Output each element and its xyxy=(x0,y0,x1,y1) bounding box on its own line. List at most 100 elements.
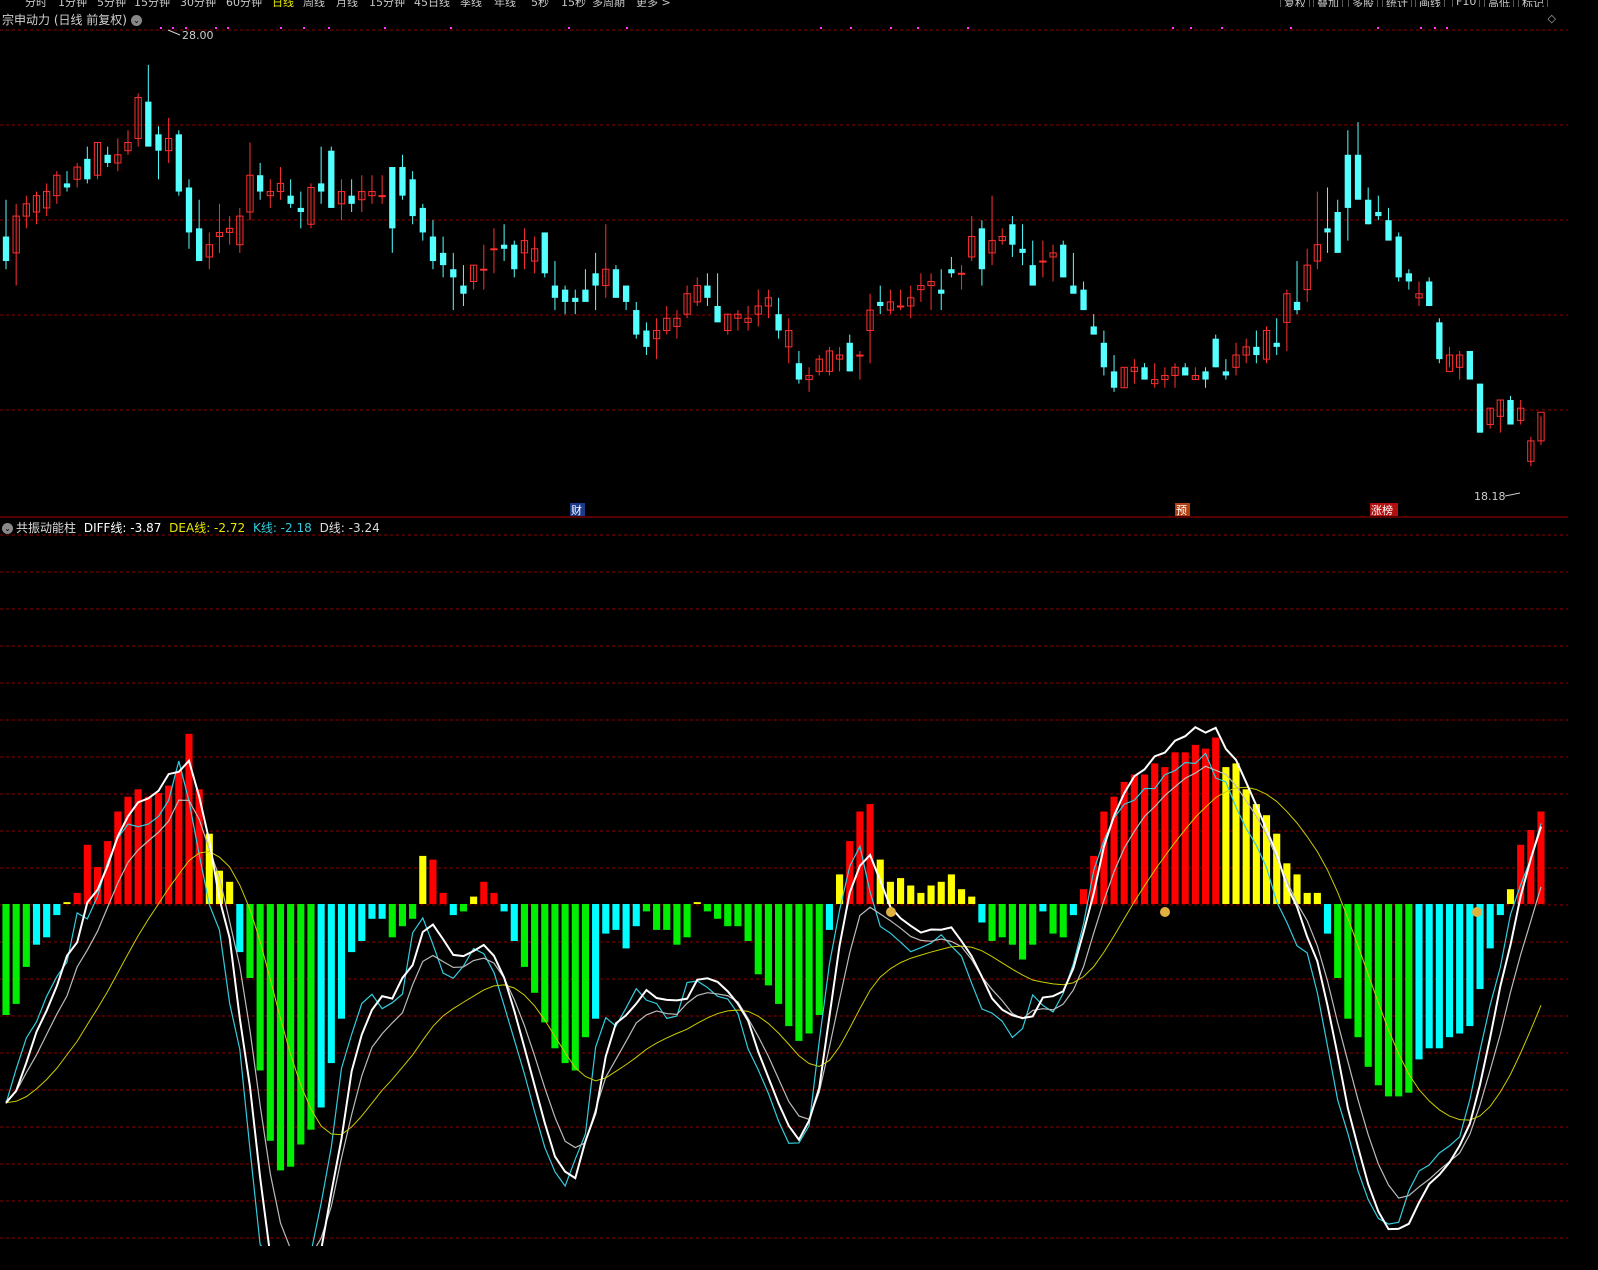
candle-body xyxy=(957,272,966,275)
low-price-label: 18.18 xyxy=(1474,490,1506,503)
histogram-bar xyxy=(541,904,549,1023)
histogram-bar xyxy=(1069,904,1077,916)
histogram-bar xyxy=(1212,737,1220,904)
candle-body xyxy=(155,134,162,151)
high-arrow xyxy=(167,29,181,36)
chart-canvas[interactable]: 28.00 18.18 财 预 涨榜 xyxy=(0,0,1568,1246)
candle-body xyxy=(551,285,559,298)
candle-body xyxy=(84,158,91,180)
candle-body xyxy=(104,154,111,163)
histogram-bar xyxy=(1364,904,1372,1067)
histogram-bar xyxy=(144,796,152,904)
signal-dot xyxy=(850,27,852,29)
histogram-bar xyxy=(246,904,254,978)
histogram-bar xyxy=(764,904,772,986)
candle-body xyxy=(1039,260,1047,263)
histogram-bar xyxy=(653,904,661,930)
candle-body xyxy=(1019,248,1026,253)
candle-body xyxy=(877,301,884,306)
histogram-bar xyxy=(378,904,386,919)
signal-dot xyxy=(328,27,330,29)
signal-dot xyxy=(450,27,452,29)
money-bag-icon xyxy=(1472,907,1482,917)
signal-dot xyxy=(384,27,386,29)
histogram-bar xyxy=(1191,744,1199,904)
histogram-bar xyxy=(703,904,711,912)
candle-body xyxy=(1090,326,1097,335)
histogram-bar xyxy=(266,904,274,1141)
histogram-bar xyxy=(683,904,691,938)
candle-body xyxy=(1405,273,1412,282)
candle-body xyxy=(511,244,518,270)
candle-body xyxy=(1375,212,1382,217)
histogram-bar xyxy=(480,881,488,904)
high-price-label: 28.00 xyxy=(182,29,214,42)
candle-body xyxy=(1100,342,1108,368)
histogram-bar xyxy=(1303,892,1311,904)
histogram-bar xyxy=(337,904,346,1019)
candle-body xyxy=(328,150,335,208)
candle-body xyxy=(1426,281,1433,306)
signal-dot xyxy=(820,27,822,29)
histogram-bar xyxy=(622,904,630,949)
histogram-bar xyxy=(1049,904,1057,934)
signal-dot xyxy=(568,27,570,29)
histogram-bar xyxy=(307,904,315,1130)
histogram-bar xyxy=(1018,904,1027,960)
candle-body xyxy=(409,179,416,217)
candle-body xyxy=(948,269,955,274)
candle-body xyxy=(592,273,599,286)
candle-body xyxy=(450,269,457,278)
candle-body xyxy=(846,342,853,372)
candle-body xyxy=(1344,154,1352,208)
histogram-bar xyxy=(2,904,10,1015)
signal-dot xyxy=(172,27,174,29)
histogram-bar xyxy=(490,892,498,904)
candle-body xyxy=(439,252,447,266)
candle-body xyxy=(1080,289,1087,311)
signal-dot xyxy=(227,27,229,29)
candle-body xyxy=(795,363,803,380)
d-line xyxy=(5,765,1542,1246)
histogram-bar xyxy=(714,904,722,919)
candle-body xyxy=(297,207,304,212)
candle-body xyxy=(714,306,721,323)
histogram-bar xyxy=(32,904,41,945)
signal-dot xyxy=(1446,27,1448,29)
histogram-bar xyxy=(947,874,955,904)
histogram-bar xyxy=(592,904,600,1019)
histogram-bar xyxy=(520,904,529,967)
signal-dot xyxy=(967,27,969,29)
candle-body xyxy=(389,167,396,229)
candle-body xyxy=(1110,371,1118,388)
histogram-bar xyxy=(897,878,905,904)
histogram-bar xyxy=(998,904,1006,938)
histogram-bar xyxy=(1029,904,1037,945)
candle-body xyxy=(175,134,182,192)
histogram-bar xyxy=(175,770,183,904)
candle-body xyxy=(1253,346,1260,356)
histogram-bar xyxy=(154,793,163,904)
event-marker-label: 涨榜 xyxy=(1371,503,1393,517)
histogram-bar xyxy=(1344,904,1352,1019)
histogram-bar xyxy=(978,904,986,923)
candle-body xyxy=(348,195,355,204)
candle-body xyxy=(1354,154,1362,200)
candle-body xyxy=(612,269,620,298)
signal-dot xyxy=(280,27,282,29)
histogram-bar xyxy=(642,904,650,912)
candle-body xyxy=(1070,285,1077,294)
histogram-bar xyxy=(927,885,935,904)
candle-body xyxy=(287,195,294,204)
histogram-bar xyxy=(63,902,71,904)
histogram-bar xyxy=(317,904,325,1108)
histogram-bar xyxy=(236,904,244,953)
histogram-bar xyxy=(1059,904,1067,938)
diff-line xyxy=(5,726,1542,1246)
histogram-bar xyxy=(409,904,417,919)
histogram-bar xyxy=(571,904,579,1071)
candle-body xyxy=(1324,228,1331,233)
candle-body xyxy=(978,228,986,270)
histogram-bar xyxy=(500,904,508,912)
histogram-bar xyxy=(348,904,356,953)
